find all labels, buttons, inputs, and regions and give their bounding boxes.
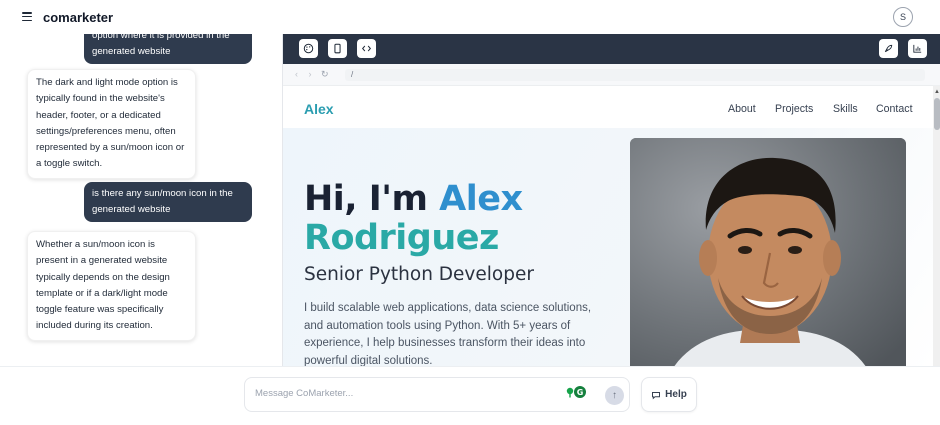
user-message: is there any sun/moon icon in the genera…: [84, 182, 252, 222]
site-logo[interactable]: Alex: [304, 101, 334, 117]
chat-bubble-icon: [652, 391, 661, 399]
message-input[interactable]: [255, 388, 545, 399]
rocket-icon[interactable]: [879, 39, 898, 58]
assistant-message: The dark and light mode option is typica…: [27, 69, 196, 179]
nav-link-contact[interactable]: Contact: [876, 103, 913, 115]
scroll-up-icon[interactable]: ▲: [934, 89, 940, 95]
nav-link-skills[interactable]: Skills: [833, 103, 858, 115]
top-header: comarketer S: [0, 0, 940, 34]
back-forward-icon[interactable]: ‹ ›: [295, 69, 316, 79]
palette-icon[interactable]: [299, 39, 318, 58]
chat-pane: option where it is provided in the gener…: [0, 34, 282, 366]
hero-subtitle: Senior Python Developer: [304, 264, 534, 285]
send-button[interactable]: ↑: [605, 386, 624, 405]
svg-text:G: G: [577, 388, 584, 397]
reload-icon[interactable]: ↻: [321, 69, 329, 80]
menu-icon[interactable]: [22, 12, 32, 22]
mobile-icon[interactable]: [328, 39, 347, 58]
url-field[interactable]: /: [345, 69, 925, 81]
app-title: comarketer: [43, 10, 114, 25]
composer-bar: G ↑ Help: [0, 366, 940, 425]
profile-photo: [630, 138, 906, 366]
preview-scrollbar[interactable]: ▲: [933, 86, 940, 366]
hero-greeting: Hi, I'm: [304, 179, 428, 219]
hero-section: Hi, I'm Alex Rodriguez Senior Python Dev…: [283, 128, 933, 366]
preview-toolbar: [283, 34, 940, 64]
arrow-up-icon: ↑: [612, 390, 617, 401]
assistant-message: Whether a sun/moon icon is present in a …: [27, 231, 196, 341]
user-message: option where it is provided in the gener…: [84, 34, 252, 64]
nav-link-projects[interactable]: Projects: [775, 103, 813, 115]
hero-description: I build scalable web applications, data …: [304, 302, 592, 366]
hero-first-name: Alex: [439, 179, 523, 219]
analytics-icon[interactable]: [908, 39, 927, 58]
hero-heading: Hi, I'm Alex Rodriguez: [304, 180, 523, 258]
help-button[interactable]: Help: [641, 377, 697, 412]
code-icon[interactable]: [357, 39, 376, 58]
address-bar: ‹ › ↻ /: [283, 64, 940, 86]
hero-last-name: Rodriguez: [304, 218, 499, 258]
message-box: G ↑: [244, 377, 630, 412]
site-navbar: Alex About Projects Skills Contact: [283, 86, 933, 128]
preview-pane: ‹ › ↻ / Alex About Projects Skills Conta…: [282, 34, 940, 366]
user-avatar[interactable]: S: [893, 7, 913, 27]
scroll-thumb[interactable]: [934, 98, 940, 130]
help-label: Help: [665, 389, 687, 400]
grammarly-icon[interactable]: G: [565, 385, 587, 399]
nav-link-about[interactable]: About: [728, 103, 756, 115]
